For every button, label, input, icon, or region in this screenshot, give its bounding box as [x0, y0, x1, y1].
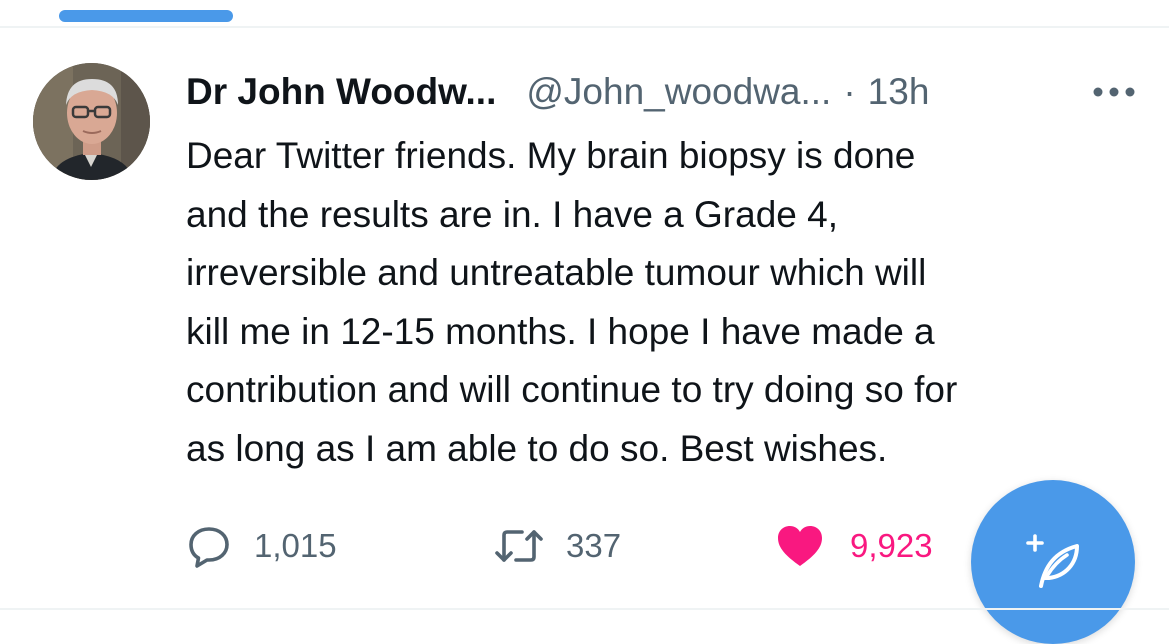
tweet-header: Dr John Woodw... @John_woodwa... · 13h	[186, 68, 929, 116]
like-button[interactable]: 9,923	[776, 520, 933, 572]
avatar[interactable]	[33, 63, 150, 180]
separator-dot: ·	[843, 71, 856, 112]
tweet-timestamp[interactable]: 13h	[868, 71, 930, 113]
retweet-button[interactable]: 337	[494, 520, 621, 572]
author-name[interactable]: Dr John Woodw...	[186, 71, 496, 113]
tweet-text: Dear Twitter friends. My brain biopsy is…	[186, 135, 958, 469]
bottom-divider	[0, 608, 1169, 610]
reply-icon	[189, 527, 229, 568]
like-count: 9,923	[850, 527, 933, 564]
reply-button[interactable]: 1,015	[186, 520, 337, 572]
tab-active-indicator	[59, 10, 233, 22]
compose-tweet-button[interactable]	[971, 480, 1135, 644]
top-divider	[0, 26, 1169, 28]
more-button[interactable]	[1084, 76, 1144, 108]
retweet-icon	[495, 530, 543, 562]
retweet-count: 337	[566, 527, 622, 564]
more-icon	[1093, 87, 1135, 97]
compose-feather-icon	[1026, 534, 1079, 588]
author-handle[interactable]: @John_woodwa...	[526, 71, 831, 113]
heart-icon	[778, 526, 822, 566]
reply-count: 1,015	[254, 527, 337, 564]
